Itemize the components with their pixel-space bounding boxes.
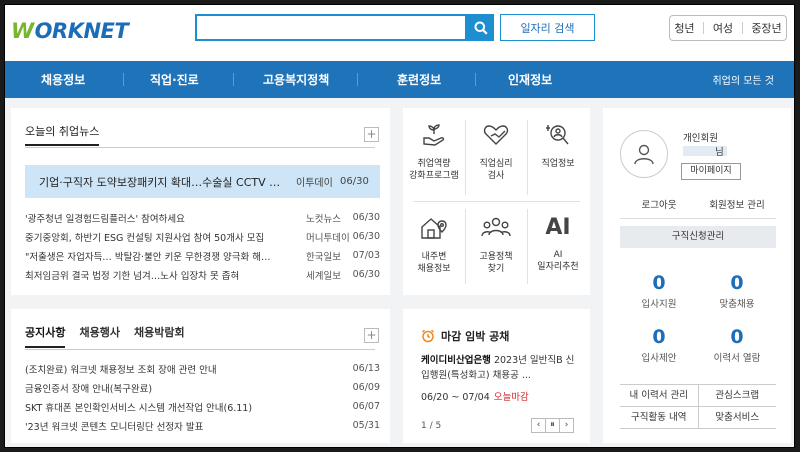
tab-notice[interactable]: 공지사항 bbox=[25, 324, 66, 348]
stat-offers[interactable]: 0 입사제안 bbox=[620, 327, 698, 364]
service-ai-recommend[interactable]: AI AI 일자리추천 bbox=[527, 201, 589, 294]
today-deadline-badge: 오늘마감 bbox=[493, 392, 529, 403]
page-indicator: 1 / 5 bbox=[421, 421, 442, 431]
next-button[interactable]: › bbox=[559, 418, 574, 433]
pause-button[interactable]: ⏸ bbox=[545, 418, 560, 433]
nav-divider bbox=[123, 73, 124, 86]
deadline-date: 06/20 ~ 07/04 오늘마감 bbox=[421, 392, 529, 403]
search-input[interactable] bbox=[195, 14, 467, 41]
nav-item-welfare[interactable]: 고용복지정책 bbox=[263, 61, 329, 98]
headline-date: 06/30 bbox=[340, 176, 369, 187]
notice-list: (조치완료) 워크넷 채용정보 조회 장애 관련 안내 06/13 금융인증서 장… bbox=[25, 359, 380, 435]
audience-selector: 청년 여성 중장년 bbox=[669, 15, 787, 41]
news-more-button[interactable]: + bbox=[364, 127, 379, 142]
stat-resume-views[interactable]: 0 이력서 열람 bbox=[698, 327, 776, 364]
headline-source: 이투데이 bbox=[296, 178, 333, 189]
list-item[interactable]: 최저임금위 결국 법정 기한 넘겨…노사 입장차 못 좁혀 세계일보 06/30 bbox=[25, 265, 380, 284]
custom-service-link[interactable]: 맞춤서비스 bbox=[697, 407, 777, 428]
people-icon bbox=[481, 217, 511, 237]
notice-tabs: 공지사항 채용행사 채용박람회 bbox=[25, 324, 185, 348]
divider bbox=[703, 22, 705, 34]
alarm-clock-icon bbox=[421, 329, 435, 343]
service-employment-policy[interactable]: 고용정책 찾기 bbox=[465, 201, 527, 294]
nav-item-career[interactable]: 직업·진로 bbox=[150, 61, 199, 98]
deadline-panel: 마감 임박 공채 케이디비산업은행 2023년 일반직B 신입행원(특성화고) … bbox=[403, 309, 590, 443]
deadline-heading: 마감 임박 공채 bbox=[421, 328, 509, 344]
prev-button[interactable]: ‹ bbox=[531, 418, 546, 433]
house-pin-icon bbox=[421, 218, 447, 239]
nav-item-training[interactable]: 훈련정보 bbox=[397, 61, 441, 98]
list-item[interactable]: '23년 워크넷 콘텐츠 모니터링단 선정자 발표 05/31 bbox=[25, 416, 380, 435]
notice-panel: 공지사항 채용행사 채용박람회 + (조치완료) 워크넷 채용정보 조회 장애 … bbox=[11, 309, 390, 443]
tab-recruit-events[interactable]: 채용행사 bbox=[79, 324, 119, 348]
search-button[interactable] bbox=[467, 14, 494, 41]
nav-item-jobs[interactable]: 채용정보 bbox=[41, 61, 85, 98]
nav-all-link[interactable]: 취업의 모든 것 bbox=[712, 61, 774, 98]
member-panel: 개인회원 님 마이페이지 로그아웃 회원정보 관리 구직신청관리 0 입사지원 … bbox=[603, 108, 791, 443]
member-quick-links: 내 이력서 관리 관심스크랩 구직활동 내역 맞춤서비스 bbox=[620, 384, 776, 429]
headline-news[interactable]: 기업·구직자 도약보장패키지 확대…수술실 CCTV … 이투데이 06/30 bbox=[25, 165, 380, 198]
worknet-logo[interactable]: W ORKNET bbox=[11, 19, 129, 43]
divider bbox=[25, 147, 375, 148]
magnifier-icon bbox=[546, 125, 569, 145]
job-activity-link[interactable]: 구직활동 내역 bbox=[620, 407, 698, 428]
segment-middle-aged[interactable]: 중장년 bbox=[751, 20, 781, 36]
list-item[interactable]: SKT 휴대폰 본인확인서비스 시스템 개선작업 안내(6.11) 06/07 bbox=[25, 397, 380, 416]
seedling-hand-icon bbox=[423, 124, 445, 146]
segment-youth[interactable]: 청년 bbox=[674, 20, 694, 36]
member-type: 개인회원 bbox=[683, 133, 718, 144]
job-application-manage-button[interactable]: 구직신청관리 bbox=[620, 226, 776, 248]
deadline-company: 케이디비산업은행 bbox=[421, 355, 491, 366]
my-resume-link[interactable]: 내 이력서 관리 bbox=[620, 385, 698, 406]
nav-divider bbox=[357, 73, 358, 86]
heart-hand-icon bbox=[483, 125, 509, 145]
stat-applications[interactable]: 0 입사지원 bbox=[620, 273, 698, 310]
list-item[interactable]: '광주청년 일경험드림플러스' 참여하세요 노컷뉴스 06/30 bbox=[25, 208, 380, 227]
list-item[interactable]: 금융인증서 장애 안내(복구완료) 06/09 bbox=[25, 378, 380, 397]
service-grid: 취업역량 강화프로그램 직업심리 검사 직업정보 내주변 채용정보 고용정책 찾… bbox=[403, 108, 590, 295]
service-psych-test[interactable]: 직업심리 검사 bbox=[465, 108, 527, 201]
service-job-info[interactable]: 직업정보 bbox=[527, 108, 589, 201]
list-item[interactable]: 중기중앙회, 하반기 ESG 컨설팅 지원사업 참여 50개사 모집 머니투데이 0… bbox=[25, 227, 380, 246]
user-icon bbox=[634, 144, 654, 165]
divider bbox=[25, 349, 375, 350]
logout-link[interactable]: 로그아웃 bbox=[620, 197, 698, 214]
tab-today-news[interactable]: 오늘의 취업뉴스 bbox=[25, 123, 100, 146]
scrap-link[interactable]: 관심스크랩 bbox=[697, 385, 777, 406]
mypage-button[interactable]: 마이페이지 bbox=[681, 163, 741, 180]
tab-job-fair[interactable]: 채용박람회 bbox=[134, 324, 185, 348]
member-links: 로그아웃 회원정보 관리 bbox=[620, 197, 776, 214]
notice-more-button[interactable]: + bbox=[364, 328, 379, 343]
news-panel: 오늘의 취업뉴스 + 기업·구직자 도약보장패키지 확대…수술실 CCTV … … bbox=[11, 108, 390, 295]
pager: ‹ ⏸ › bbox=[531, 418, 574, 433]
member-name-suffix: 님 bbox=[715, 147, 724, 158]
main-nav: 채용정보 직업·진로 고용복지정책 훈련정보 인재정보 취업의 모든 것 bbox=[5, 61, 794, 98]
job-search-button[interactable]: 일자리 검색 bbox=[500, 14, 595, 41]
service-training-program[interactable]: 취업역량 강화프로그램 bbox=[403, 108, 465, 201]
search-icon bbox=[474, 21, 488, 35]
deadline-posting[interactable]: 케이디비산업은행 2023년 일반직B 신입행원(특성화고) 채용공 ... bbox=[421, 353, 576, 383]
nav-divider bbox=[475, 73, 476, 86]
list-item[interactable]: "저출생은 자업자득… 박탈감·불안 키운 무한경쟁 양극화 해… 한국일보 07/… bbox=[25, 246, 380, 265]
segment-women[interactable]: 여성 bbox=[713, 20, 733, 36]
avatar bbox=[620, 130, 668, 178]
divider bbox=[620, 218, 776, 219]
service-nearby-jobs[interactable]: 내주변 채용정보 bbox=[403, 201, 465, 294]
news-list: '광주청년 일경험드림플러스' 참여하세요 노컷뉴스 06/30 중기중앙회, 하반… bbox=[25, 208, 380, 284]
divider bbox=[741, 22, 743, 34]
headline-title: 기업·구직자 도약보장패키지 확대…수술실 CCTV … bbox=[39, 175, 281, 189]
nav-item-talent[interactable]: 인재정보 bbox=[508, 61, 552, 98]
member-info-link[interactable]: 회원정보 관리 bbox=[698, 197, 776, 214]
list-item[interactable]: (조치완료) 워크넷 채용정보 조회 장애 관련 안내 06/13 bbox=[25, 359, 380, 378]
nav-divider bbox=[233, 73, 234, 86]
browser-frame: W ORKNET 일자리 검색 청년 여성 중장년 채용정보 직업·진로 고용복지… bbox=[4, 4, 795, 448]
ai-icon: AI bbox=[545, 215, 571, 240]
header: W ORKNET 일자리 검색 청년 여성 중장년 bbox=[5, 5, 794, 61]
stat-custom-jobs[interactable]: 0 맞춤채용 bbox=[698, 273, 776, 310]
